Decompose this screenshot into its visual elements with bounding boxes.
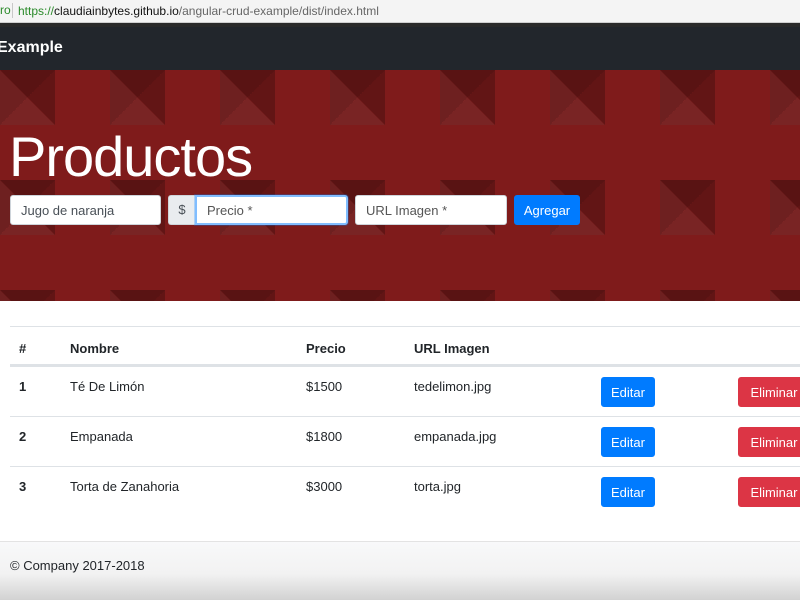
currency-addon: $ xyxy=(168,195,195,225)
url-text[interactable]: https://claudiainbytes.github.io/angular… xyxy=(18,4,379,18)
row-image-url: torta.jpg xyxy=(414,479,461,494)
row-number: 1 xyxy=(19,379,27,394)
footer-copyright: © Company 2017-2018 xyxy=(10,558,145,573)
add-button[interactable]: Agregar xyxy=(514,195,580,225)
edit-button[interactable]: Editar xyxy=(601,427,655,457)
navbar-brand[interactable]: Example xyxy=(0,39,63,57)
row-price: $1800 xyxy=(306,429,343,444)
table-header-row: # Nombre Precio URL Imagen xyxy=(10,326,800,366)
table-row: 2 Empanada $1800 empanada.jpg Editar Eli… xyxy=(10,416,800,466)
delete-button[interactable]: Eliminar xyxy=(738,377,800,407)
url-host: claudiainbytes.github.io xyxy=(54,4,179,18)
secure-indicator: ro xyxy=(0,3,11,17)
row-number: 3 xyxy=(19,479,27,494)
edit-button[interactable]: Editar xyxy=(601,477,655,507)
image-url-input[interactable] xyxy=(355,195,507,225)
page-title: Productos xyxy=(9,125,253,188)
row-number: 2 xyxy=(19,429,27,444)
product-name-input[interactable] xyxy=(10,195,161,225)
row-image-url: empanada.jpg xyxy=(414,429,497,444)
delete-button[interactable]: Eliminar xyxy=(738,427,800,457)
table-row: 3 Torta de Zanahoria $3000 torta.jpg Edi… xyxy=(10,466,800,516)
edit-button[interactable]: Editar xyxy=(601,377,655,407)
table-row: 1 Té De Limón $1500 tedelimon.jpg Editar… xyxy=(10,366,800,416)
hero-banner: Productos $ Agregar xyxy=(0,70,800,301)
delete-button[interactable]: Eliminar xyxy=(738,477,800,507)
row-price: $1500 xyxy=(306,379,343,394)
header-number: # xyxy=(19,341,27,356)
row-name: Torta de Zanahoria xyxy=(70,479,180,494)
browser-address-bar[interactable]: ro https://claudiainbytes.github.io/angu… xyxy=(0,0,800,23)
url-path: /angular-crud-example/dist/index.html xyxy=(178,4,379,18)
row-price: $3000 xyxy=(306,479,343,494)
price-input[interactable] xyxy=(195,195,348,225)
row-name: Té De Limón xyxy=(70,379,145,394)
header-image-url: URL Imagen xyxy=(414,341,490,356)
address-divider xyxy=(12,3,13,18)
url-scheme: https:// xyxy=(18,4,55,18)
navbar: Example xyxy=(0,23,800,70)
header-name: Nombre xyxy=(70,341,120,356)
row-image-url: tedelimon.jpg xyxy=(414,379,492,394)
row-name: Empanada xyxy=(70,429,133,444)
header-price: Precio xyxy=(306,341,346,356)
footer: © Company 2017-2018 xyxy=(0,541,800,600)
